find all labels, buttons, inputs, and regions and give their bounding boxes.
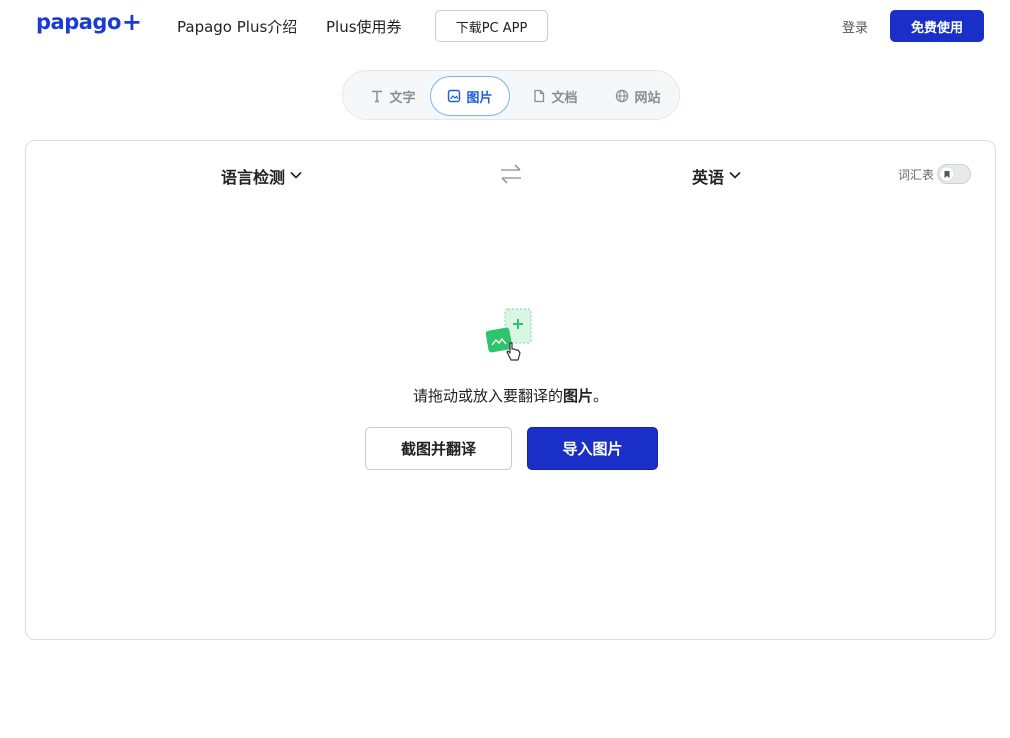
source-language-selector[interactable]: 语言检测 — [221, 164, 303, 188]
glossary-control: 词汇表 — [898, 164, 972, 184]
target-language-selector[interactable]: 英语 — [692, 164, 742, 188]
login-link[interactable]: 登录 — [842, 17, 868, 36]
text-icon — [370, 89, 384, 103]
tab-image[interactable]: 图片 — [430, 76, 510, 116]
tab-document[interactable]: 文档 — [519, 76, 591, 116]
dropzone-message-suffix: 。 — [593, 387, 609, 405]
top-header: papago + Papago Plus介绍 Plus使用券 下载PC APP 登… — [0, 0, 1010, 52]
download-pc-app-button[interactable]: 下载PC APP — [435, 10, 548, 42]
add-image-illustration-icon — [485, 307, 537, 365]
capture-and-translate-button[interactable]: 截图并翻译 — [365, 427, 512, 470]
translator-panel: 语言检测 英语 词汇表 请拖动或放入要翻译的图片。 截图并翻译 导入图片 — [25, 140, 996, 640]
dropzone-message: 请拖动或放入要翻译的图片。 — [26, 385, 995, 406]
dropzone-message-bold: 图片 — [562, 387, 593, 405]
tab-website-label: 网站 — [634, 90, 661, 106]
papago-plus-logo[interactable]: papago + — [36, 8, 142, 36]
tab-image-label: 图片 — [466, 90, 493, 106]
image-icon — [447, 89, 461, 103]
mode-tabs: 文字 图片 文档 网站 — [342, 70, 680, 120]
glossary-label: 词汇表 — [898, 167, 935, 182]
nav-link-plus-intro[interactable]: Papago Plus介绍 — [177, 16, 297, 37]
glossary-toggle[interactable] — [937, 164, 972, 184]
import-image-button[interactable]: 导入图片 — [527, 427, 658, 470]
target-language-label: 英语 — [692, 168, 725, 187]
swap-languages-icon[interactable] — [499, 163, 523, 185]
logo-text: papago — [36, 10, 121, 34]
source-language-label: 语言检测 — [221, 168, 286, 187]
free-use-button[interactable]: 免费使用 — [890, 10, 984, 42]
dropzone-message-prefix: 请拖动或放入要翻译的 — [412, 387, 563, 405]
tab-text-label: 文字 — [389, 90, 416, 106]
tab-text[interactable]: 文字 — [357, 76, 429, 116]
tab-document-label: 文档 — [551, 90, 578, 106]
nav-link-plus-coupon[interactable]: Plus使用券 — [326, 16, 402, 37]
document-icon — [532, 89, 546, 103]
chevron-down-icon — [728, 167, 742, 186]
chevron-down-icon — [289, 167, 303, 186]
globe-icon — [615, 89, 629, 103]
logo-plus: + — [121, 8, 142, 36]
tab-website[interactable]: 网站 — [601, 76, 675, 116]
bookmark-icon — [940, 167, 955, 181]
